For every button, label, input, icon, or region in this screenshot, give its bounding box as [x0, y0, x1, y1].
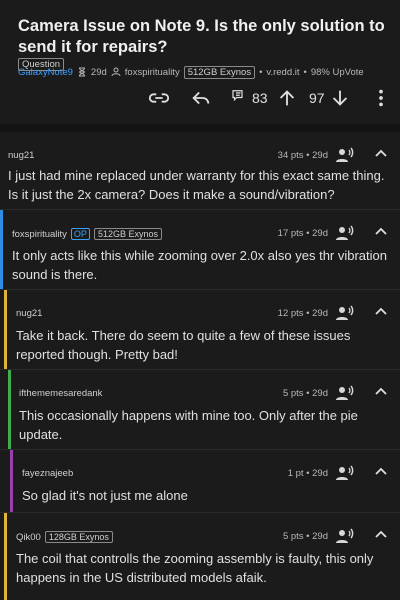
comment-body: It only acts like this while zooming ove…: [12, 248, 388, 282]
comment-meta: 5 pts • 29d: [282, 388, 328, 399]
hourglass-icon: [77, 67, 87, 78]
comment[interactable]: Qik00 128GB Exynos 5 pts • 29d The coil …: [0, 513, 400, 600]
speaker-icon[interactable]: [334, 144, 356, 166]
comment-author[interactable]: ifthememesaredank: [19, 388, 102, 399]
collapse-chevron-icon[interactable]: [374, 384, 388, 398]
upvote-ratio: 98% UpVote: [310, 67, 364, 78]
subreddit-link[interactable]: GalaxyNote9: [18, 67, 73, 78]
post-actions: 83 97: [0, 84, 400, 112]
collapse-chevron-icon[interactable]: [374, 304, 388, 318]
comment[interactable]: nug21 34 pts • 29d I just had mine repla…: [0, 132, 400, 210]
collapse-chevron-icon[interactable]: [374, 527, 388, 541]
post-meta: GalaxyNote9 29d foxspirituality 512GB Ex…: [18, 66, 393, 79]
comment-body: This occasionally happens with mine too.…: [19, 408, 358, 442]
comment[interactable]: nug21 12 pts • 29d Take it back. There d…: [0, 290, 400, 370]
comment-author-row: nug21: [8, 150, 34, 161]
comment-author-row: fayeznajeeb: [22, 468, 73, 479]
post-score: 97: [309, 90, 325, 106]
depth-bar: [8, 370, 11, 449]
collapse-chevron-icon[interactable]: [374, 224, 388, 238]
post-age: 29d: [90, 67, 107, 78]
post-domain[interactable]: v.redd.it: [266, 67, 299, 78]
score: 97: [305, 86, 325, 110]
comment-body: I just had mine replaced under warranty …: [8, 168, 385, 202]
speaker-icon[interactable]: [334, 382, 356, 404]
user-flair: 128GB Exynos: [44, 531, 113, 543]
meta-separator: •: [303, 67, 307, 78]
speaker-icon[interactable]: [334, 222, 356, 244]
collapse-chevron-icon[interactable]: [374, 464, 388, 478]
more-icon[interactable]: [370, 86, 392, 110]
author-flair: 512GB Exynos: [183, 66, 256, 79]
comment-author[interactable]: fayeznajeeb: [22, 468, 73, 479]
link-icon[interactable]: [148, 86, 170, 110]
upvote-icon[interactable]: [276, 86, 298, 110]
depth-bar: [4, 290, 7, 369]
comment-author-row: ifthememesaredank: [19, 388, 102, 399]
comment-author-row: foxspirituality OP 512GB Exynos: [12, 228, 162, 240]
comment-author[interactable]: nug21: [16, 308, 42, 319]
post-header: Camera Issue on Note 9. Is the only solu…: [0, 0, 400, 124]
comment[interactable]: foxspirituality OP 512GB Exynos 17 pts •…: [0, 210, 400, 290]
comments-icon: [230, 87, 248, 110]
post-title[interactable]: Camera Issue on Note 9. Is the only solu…: [18, 16, 388, 58]
meta-separator: •: [259, 67, 263, 78]
depth-bar: [0, 210, 3, 289]
comment-author-row: nug21: [16, 308, 42, 319]
comment-author[interactable]: Qik00: [16, 532, 41, 543]
speaker-icon[interactable]: [334, 462, 356, 484]
op-badge: OP: [70, 228, 90, 240]
comment-author-row: Qik00 128GB Exynos: [16, 531, 113, 543]
comment-count: 83: [252, 90, 268, 106]
comment-meta: 17 pts • 29d: [277, 228, 328, 239]
comments-button[interactable]: 83: [230, 86, 268, 110]
comment-meta: 34 pts • 29d: [277, 150, 328, 161]
speaker-icon[interactable]: [334, 302, 356, 324]
post-author[interactable]: foxspirituality: [125, 67, 180, 78]
comment-meta: 1 pt • 29d: [287, 468, 328, 479]
reply-icon[interactable]: [190, 86, 212, 110]
comment-body: The coil that controlls the zooming asse…: [16, 551, 374, 585]
depth-bar: [10, 450, 13, 512]
downvote-icon[interactable]: [329, 86, 351, 110]
comment-body: Take it back. There do seem to quite a f…: [16, 328, 351, 362]
comment-body: So glad it's not just me alone: [22, 488, 188, 503]
user-flair: 512GB Exynos: [93, 228, 162, 240]
comment-author[interactable]: foxspirituality: [12, 229, 67, 240]
speaker-icon[interactable]: [334, 525, 356, 547]
comment-meta: 12 pts • 29d: [277, 308, 328, 319]
collapse-chevron-icon[interactable]: [374, 146, 388, 160]
comment-meta: 5 pts • 29d: [282, 531, 328, 542]
depth-bar: [4, 513, 7, 600]
comment[interactable]: fayeznajeeb 1 pt • 29d So glad it's not …: [0, 450, 400, 513]
comment-author[interactable]: nug21: [8, 150, 34, 161]
comment[interactable]: ifthememesaredank 5 pts • 29d This occas…: [0, 370, 400, 450]
user-icon: [111, 67, 121, 78]
section-divider: [0, 124, 400, 132]
